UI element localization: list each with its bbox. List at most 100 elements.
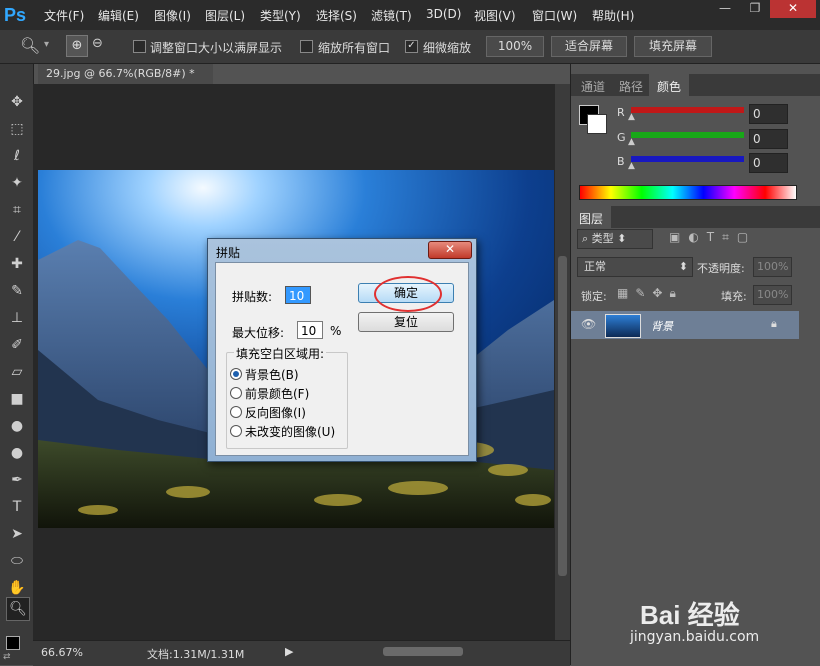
restore-button[interactable]: ❐ — [740, 0, 770, 18]
search-icon: ⌕ — [582, 232, 589, 245]
max-offset-input[interactable]: 10 — [297, 321, 323, 339]
channel-g-label: G — [617, 131, 626, 144]
radio-inverse-image[interactable] — [230, 406, 242, 418]
zoom-all-windows-checkbox[interactable] — [300, 40, 313, 53]
radio-unaltered-image[interactable] — [230, 425, 242, 437]
healing-brush-icon[interactable]: ✚ — [6, 253, 28, 275]
tab-channels[interactable]: 通道 — [581, 78, 605, 95]
menu-image[interactable]: 图像(I) — [154, 7, 191, 24]
background-color-chip[interactable] — [587, 114, 607, 134]
resize-window-checkbox[interactable] — [133, 40, 146, 53]
dodge-tool-icon[interactable]: ● — [6, 442, 28, 464]
minimize-button[interactable]: — — [710, 0, 740, 18]
clone-stamp-icon[interactable]: ⊥ — [6, 307, 28, 329]
ellipse-tool-icon[interactable]: ⬭ — [6, 550, 28, 572]
type-tool-icon[interactable]: T — [6, 496, 28, 518]
path-selection-icon[interactable]: ➤ — [6, 523, 28, 545]
menu-layer[interactable]: 图层(L) — [205, 7, 245, 24]
tiles-label: 拼贴数: — [232, 290, 273, 304]
menu-filter[interactable]: 滤镜(T) — [371, 7, 412, 24]
tab-paths[interactable]: 路径 — [619, 78, 643, 95]
channel-r-slider[interactable] — [631, 107, 744, 113]
swap-colors-icon[interactable]: ⇄ — [3, 652, 21, 662]
dialog-title: 拼贴 — [216, 246, 241, 260]
menu-edit[interactable]: 编辑(E) — [98, 7, 139, 24]
fit-screen-button[interactable]: 适合屏幕 — [551, 36, 627, 57]
max-offset-label: 最大位移: — [232, 326, 285, 340]
tab-color[interactable]: 颜色 — [649, 74, 690, 100]
channel-b-handle[interactable]: ▲ — [628, 161, 635, 171]
fill-group-label: 填充空白区域用: — [234, 345, 327, 362]
option-unaltered-image[interactable]: 未改变的图像(U) — [245, 423, 335, 440]
status-menu-arrow-icon[interactable]: ▶ — [285, 645, 293, 658]
hand-tool-icon[interactable]: ✋ — [6, 577, 28, 599]
move-tool-icon[interactable]: ✥ — [6, 91, 28, 113]
lasso-tool-icon[interactable]: ℓ — [6, 145, 28, 167]
channel-r-handle[interactable]: ▲ — [628, 112, 635, 122]
zoom-tool-icon[interactable]: 🔍︎ — [20, 36, 40, 55]
layer-filter-icons[interactable]: ▣◐T⌗▢ — [669, 230, 756, 245]
radio-background-color[interactable] — [230, 368, 242, 380]
menu-view[interactable]: 视图(V) — [474, 7, 516, 24]
eyedropper-tool-icon[interactable]: ⁄ — [6, 226, 28, 248]
channel-g-handle[interactable]: ▲ — [628, 137, 635, 147]
blur-tool-icon[interactable]: ● — [6, 415, 28, 437]
document-tab[interactable]: 29.jpg @ 66.7%(RGB/8#) * × — [38, 64, 213, 100]
pen-tool-icon[interactable]: ✒ — [6, 469, 28, 491]
chevron-down-icon: ⬍ — [617, 232, 627, 245]
color-spectrum-bar[interactable] — [579, 185, 797, 200]
watermark-url: jingyan.baidu.com — [630, 629, 760, 645]
channel-g-slider[interactable] — [631, 132, 744, 138]
option-foreground-color[interactable]: 前景颜色(F) — [245, 385, 309, 402]
opacity-value[interactable]: 100% — [753, 257, 792, 277]
dialog-close-button[interactable]: ✕ — [428, 241, 472, 259]
channel-b-slider[interactable] — [631, 156, 744, 162]
blend-mode-dropdown[interactable]: 正常 ⬍ — [577, 257, 693, 277]
brush-tool-icon[interactable]: ✎ — [6, 280, 28, 302]
menu-type[interactable]: 类型(Y) — [260, 7, 301, 24]
tiles-input[interactable]: 10 — [285, 286, 311, 304]
zoom-100-button[interactable]: 100% — [486, 36, 544, 57]
gradient-tool-icon[interactable]: ■ — [6, 388, 28, 410]
layer-row[interactable]: 👁︎ 背景 🔒︎ — [571, 311, 799, 339]
scrubby-zoom-checkbox[interactable]: ✓ — [405, 40, 418, 53]
menu-window[interactable]: 窗口(W) — [532, 7, 577, 24]
horizontal-scroll-thumb[interactable] — [383, 647, 463, 656]
document-tab-title: 29.jpg @ 66.7%(RGB/8#) * — [46, 67, 195, 80]
fill-screen-button[interactable]: 填充屏幕 — [634, 36, 712, 57]
magic-wand-icon[interactable]: ✦ — [6, 172, 28, 194]
menu-select[interactable]: 选择(S) — [316, 7, 357, 24]
layer-filter-dropdown[interactable]: ⌕ 类型 ⬍ — [577, 229, 653, 249]
crop-tool-icon[interactable]: ⌗ — [6, 199, 28, 221]
layer-name[interactable]: 背景 — [651, 318, 673, 334]
option-background-color[interactable]: 背景色(B) — [245, 366, 299, 383]
menu-file[interactable]: 文件(F) — [44, 7, 84, 24]
lock-icons[interactable]: ▦✎✥🔒︎ — [617, 286, 683, 301]
tool-preset-arrow-icon[interactable]: ▾ — [44, 39, 49, 50]
lock-label: 锁定: — [581, 290, 607, 303]
close-window-button[interactable]: ✕ — [770, 0, 816, 18]
channel-g-value[interactable]: 0 — [749, 129, 788, 149]
zoom-in-icon[interactable]: ⊕ — [66, 35, 88, 57]
channel-r-value[interactable]: 0 — [749, 104, 788, 124]
option-inverse-image[interactable]: 反向图像(I) — [245, 404, 306, 421]
history-brush-icon[interactable]: ✐ — [6, 334, 28, 356]
fill-label: 填充: — [721, 290, 747, 303]
radio-foreground-color[interactable] — [230, 387, 242, 399]
eye-icon[interactable]: 👁︎ — [581, 317, 596, 331]
reset-button[interactable]: 复位 — [358, 312, 454, 332]
fill-value[interactable]: 100% — [753, 285, 792, 305]
status-zoom-value[interactable]: 66.67% — [41, 646, 83, 659]
max-offset-unit: % — [330, 324, 342, 338]
zoom-tool-icon-active[interactable]: 🔍︎ — [6, 597, 30, 621]
marquee-tool-icon[interactable]: ⬚ — [6, 118, 28, 140]
vertical-scrollbar[interactable] — [555, 84, 570, 640]
opacity-label: 不透明度: — [697, 262, 745, 275]
menu-3d[interactable]: 3D(D) — [426, 7, 461, 21]
menu-help[interactable]: 帮助(H) — [592, 7, 634, 24]
zoom-out-icon[interactable]: ⊖ — [92, 36, 103, 51]
channel-b-value[interactable]: 0 — [749, 153, 788, 173]
eraser-tool-icon[interactable]: ▱ — [6, 361, 28, 383]
foreground-color-swatch[interactable] — [6, 636, 20, 650]
vertical-scroll-thumb[interactable] — [558, 256, 567, 576]
